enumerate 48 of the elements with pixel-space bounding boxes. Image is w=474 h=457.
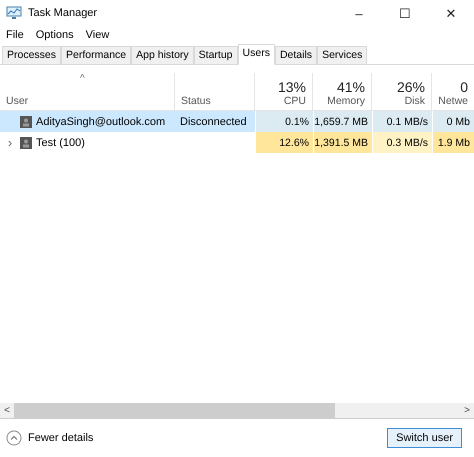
column-percent: 26% — [396, 79, 425, 95]
column-header[interactable]: Netwe — [438, 95, 468, 107]
window-title: Task Manager — [28, 7, 98, 19]
scroll-right-arrow[interactable]: > — [460, 405, 474, 416]
user-row[interactable]: AdityaSingh@outlook.com Disconnected 0.1% 1,659.7 MB 0.1 MB/s 0 Mb — [0, 111, 474, 132]
tab[interactable]: App history — [131, 46, 194, 64]
column-header[interactable]: Status — [181, 95, 211, 107]
fewer-details-button[interactable]: Fewer details — [6, 430, 94, 446]
user-name: AdityaSingh@outlook.com — [36, 116, 166, 128]
maximize-button[interactable]: ☐ — [382, 6, 428, 20]
column-percent: 41% — [336, 79, 365, 95]
user-name: Test (100) — [36, 136, 85, 148]
user-avatar-icon — [20, 136, 32, 148]
horizontal-scrollbar[interactable]: < > — [0, 403, 474, 419]
monitor-icon — [6, 6, 22, 20]
column-header[interactable]: Disk — [404, 95, 425, 107]
metric-cell: 1.9 Mb — [432, 132, 474, 153]
metric-cell: 1,659.7 MB — [313, 111, 372, 132]
column-percent: 13% — [278, 79, 306, 95]
tab[interactable]: Processes — [2, 46, 62, 64]
tab[interactable]: Performance — [61, 46, 132, 64]
metric-cell: 0.1% — [255, 111, 313, 132]
metric-cell: 12.6% — [255, 132, 313, 153]
scroll-left-arrow[interactable]: < — [0, 405, 14, 416]
metric-cell: 0.3 MB/s — [372, 132, 432, 153]
column-header[interactable]: User — [6, 95, 28, 107]
tab[interactable]: Details — [274, 46, 318, 64]
sort-caret-icon[interactable]: ^ — [80, 73, 85, 84]
menu-item[interactable]: File — [6, 29, 24, 41]
metric-cell: 0 Mb — [432, 111, 474, 132]
scroll-thumb[interactable] — [14, 403, 336, 418]
tab[interactable]: Services — [317, 46, 368, 64]
column-header[interactable]: CPU — [284, 95, 306, 107]
tab[interactable]: Users — [238, 44, 275, 65]
menu-item[interactable]: Options — [36, 29, 74, 41]
column-percent: 0 — [460, 79, 468, 95]
expand-chevron[interactable]: › — [4, 135, 16, 150]
menu-item[interactable]: View — [86, 29, 110, 41]
user-avatar-icon — [20, 116, 32, 128]
metric-cell: 0.1 MB/s — [372, 111, 432, 132]
minimize-button[interactable]: – — [336, 6, 382, 20]
switch-user-button[interactable]: Switch user — [387, 428, 462, 448]
status-text: Disconnected — [180, 116, 247, 128]
collapse-icon — [6, 430, 22, 446]
column-header[interactable]: Memory — [327, 95, 365, 107]
close-button[interactable]: ✕ — [428, 6, 474, 20]
metric-cell: 1,391.5 MB — [313, 132, 372, 153]
tab[interactable]: Startup — [194, 46, 238, 64]
